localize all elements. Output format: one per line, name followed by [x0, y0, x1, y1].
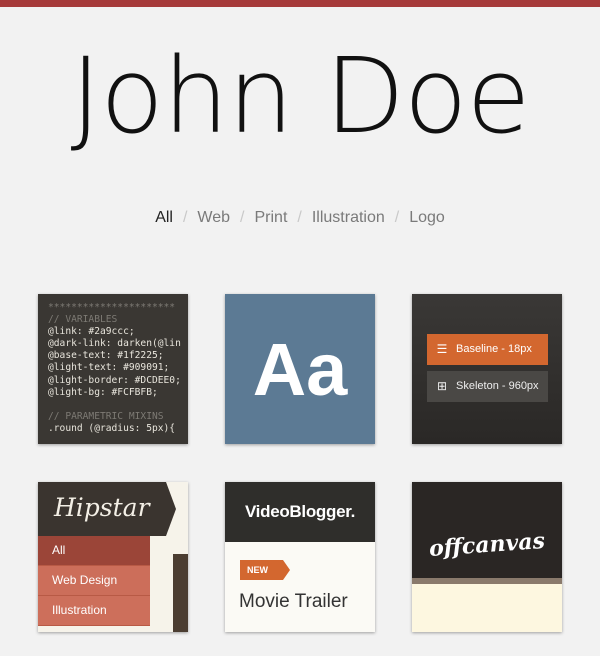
skeleton-button: ⊞ Skeleton - 960px — [427, 371, 548, 402]
filter-logo[interactable]: Logo — [409, 209, 445, 226]
code-line: @dark-link: darken(@lin — [48, 338, 181, 350]
hipstar-menu-item: All — [38, 536, 150, 566]
hipstar-menu: All Web Design Illustration — [38, 536, 150, 626]
code-line: @base-text: #1f2225; — [48, 350, 164, 362]
hipstar-photo-strip — [173, 554, 188, 632]
code-line: .round (@radius: 5px){ — [48, 422, 176, 434]
hipstar-logo: Hipstar — [38, 482, 166, 536]
videoblogger-post-title: Movie Trailer — [239, 591, 348, 612]
hipstar-ribbon-tip — [166, 482, 176, 536]
code-line: @light-bg: #FCFBFB; — [48, 386, 158, 398]
new-badge-tip — [283, 560, 290, 580]
filter-print[interactable]: Print — [254, 209, 287, 226]
code-line: @link: #2a9ccc; — [48, 326, 135, 338]
hipstar-menu-item: Web Design — [38, 566, 150, 596]
code-line: @light-border: #DCDEE0; — [48, 374, 181, 386]
typography-sample: Aa — [252, 328, 348, 411]
code-snippet: ********************** // VARIABLES @lin… — [48, 302, 188, 435]
skeleton-label: Skeleton - 960px — [456, 380, 539, 392]
filter-separator: / — [394, 209, 400, 226]
filter-web[interactable]: Web — [197, 209, 230, 226]
hipstar-menu-item: Illustration — [38, 596, 150, 626]
filter-separator: / — [240, 209, 245, 226]
baseline-label: Baseline - 18px — [456, 343, 532, 355]
portfolio-tile-videoblogger[interactable]: VideoBlogger. NEW Movie Trailer — [225, 482, 375, 632]
filter-separator: / — [297, 209, 302, 226]
code-line: ********************** — [48, 302, 176, 313]
videoblogger-logo: VideoBlogger. — [225, 482, 375, 542]
portfolio-tile-typography[interactable]: Aa — [225, 294, 375, 444]
filter-all[interactable]: All — [155, 209, 173, 226]
lines-icon: ☰ — [436, 342, 448, 356]
portfolio-filter-nav: All / Web / Print / Illustration / Logo — [0, 206, 600, 230]
portfolio-tile-code[interactable]: ********************** // VARIABLES @lin… — [38, 294, 188, 444]
site-title: John Doe — [70, 35, 531, 157]
portfolio-tile-offcanvas[interactable]: offcanvas — [412, 482, 562, 632]
code-line: @light-text: #909091; — [48, 362, 170, 374]
code-line: // VARIABLES — [48, 314, 118, 326]
new-badge: NEW — [240, 560, 283, 580]
offcanvas-divider — [412, 578, 562, 584]
portfolio-tile-grid[interactable]: ☰ Baseline - 18px ⊞ Skeleton - 960px — [412, 294, 562, 444]
top-accent-bar — [0, 0, 600, 7]
portfolio-tile-hipstar[interactable]: Hipstar All Web Design Illustration — [38, 482, 188, 632]
filter-illustration[interactable]: Illustration — [312, 209, 385, 226]
filter-separator: / — [182, 209, 188, 226]
baseline-button: ☰ Baseline - 18px — [427, 334, 548, 365]
grid-icon: ⊞ — [436, 379, 448, 393]
code-line: // PARAMETRIC MIXINS — [48, 410, 164, 422]
